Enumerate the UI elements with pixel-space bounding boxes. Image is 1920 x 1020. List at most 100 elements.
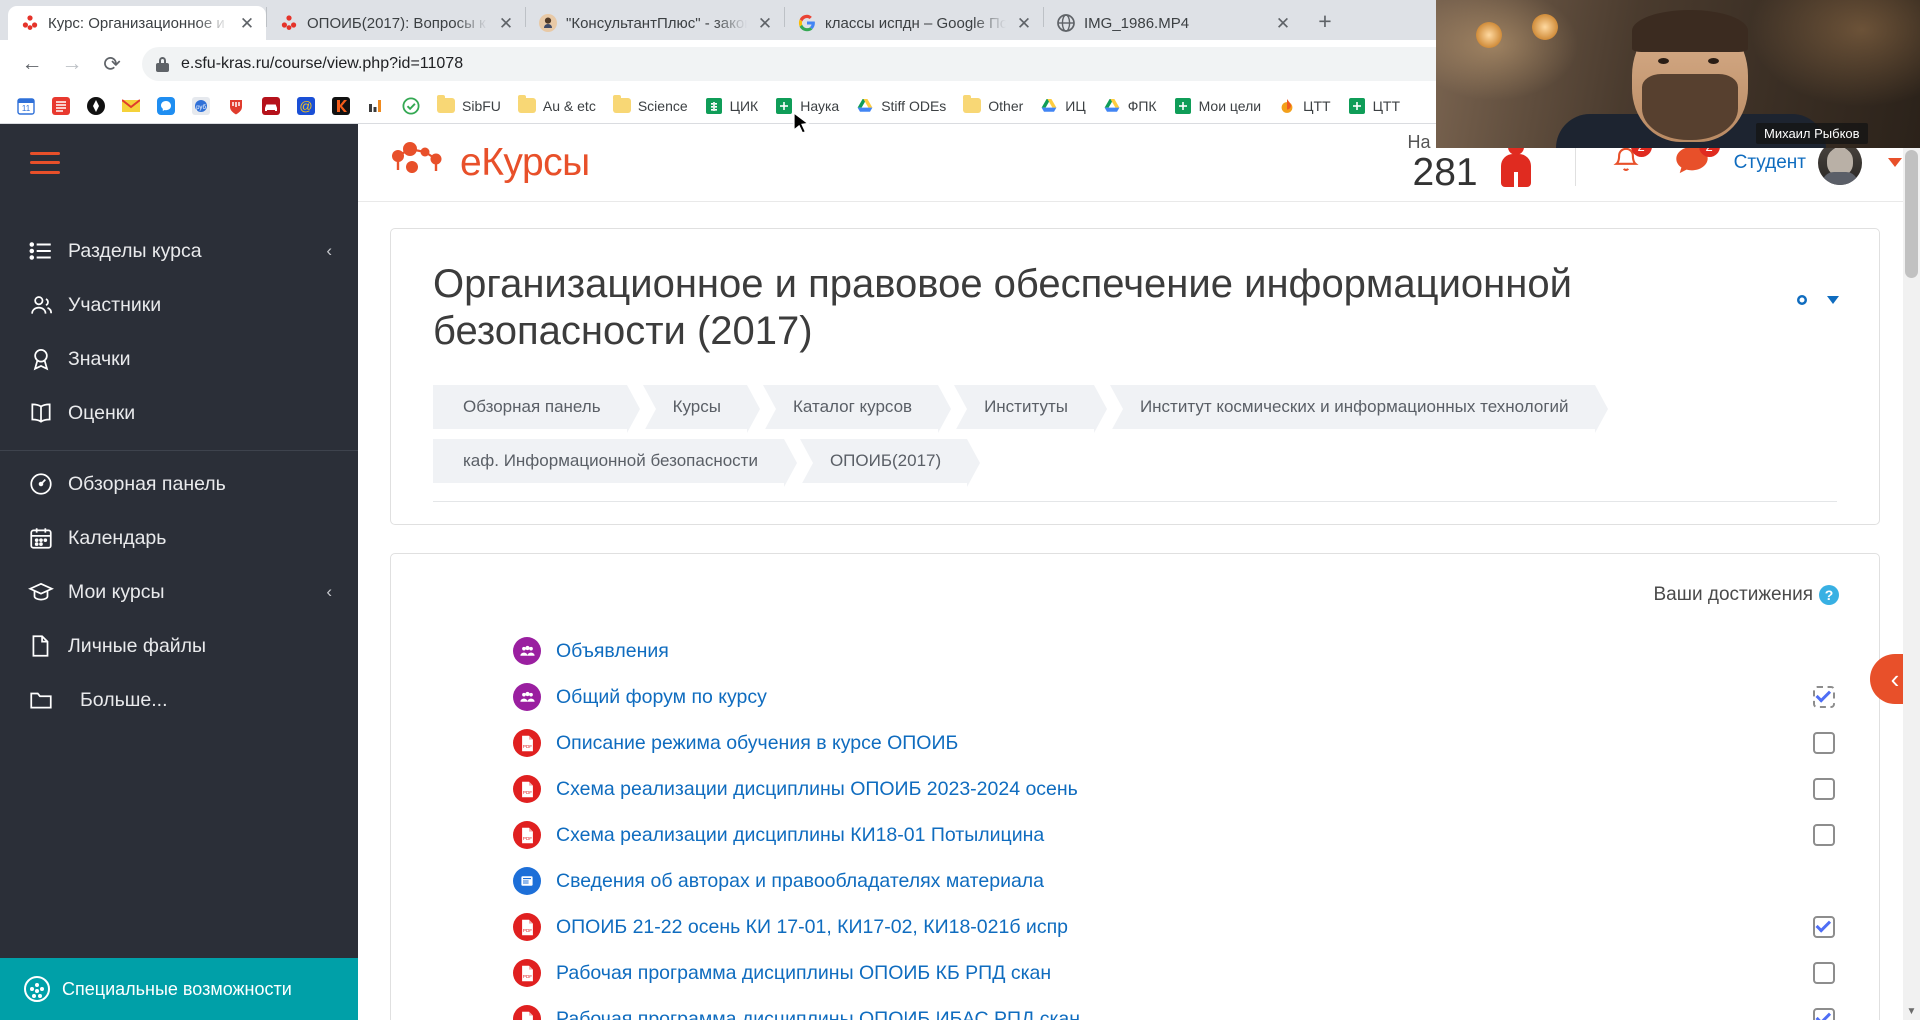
list-item-label[interactable]: Рабочая программа дисциплины ОПОИБ ИБАС … <box>556 1008 1080 1020</box>
sidebar-item-my-courses[interactable]: Мои курсы ‹ <box>0 565 358 619</box>
list-item[interactable]: PDF Схема реализации дисциплины ОПОИБ 20… <box>431 766 1839 812</box>
list-item-label[interactable]: Схема реализации дисциплины ОПОИБ 2023-2… <box>556 778 1078 801</box>
list-item[interactable]: PDF Описание режима обучения в курсе ОПО… <box>431 720 1839 766</box>
dashboard-icon <box>28 471 54 497</box>
browser-tab-4[interactable]: классы испдн – Google Поиск ✕ <box>785 6 1043 40</box>
page-scrollbar[interactable]: ▲ ▼ <box>1903 124 1920 1020</box>
bookmark-item-cik[interactable]: ЦИК <box>698 93 766 119</box>
list-item-label[interactable]: Описание режима обучения в курсе ОПОИБ <box>556 732 958 755</box>
back-button[interactable]: ← <box>14 46 50 82</box>
bookmark-item[interactable] <box>255 93 287 119</box>
breadcrumb-item-4[interactable]: Институт космических и информационных те… <box>1109 385 1608 434</box>
list-item-label[interactable]: Общий форум по курсу <box>556 686 767 709</box>
sidebar-item-course-sections[interactable]: Разделы курса ‹ <box>0 224 358 278</box>
close-icon[interactable]: ✕ <box>238 15 256 32</box>
list-item[interactable]: Объявления <box>431 628 1839 674</box>
svg-text:PDF: PDF <box>522 928 531 933</box>
close-icon[interactable]: ✕ <box>756 15 774 32</box>
sidebar-item-badges[interactable]: Значки <box>0 332 358 386</box>
chevron-down-icon[interactable] <box>1888 158 1902 167</box>
accessibility-bar[interactable]: Специальные возможности <box>0 958 358 1020</box>
list-item-label[interactable]: Рабочая программа дисциплины ОПОИБ КБ РП… <box>556 962 1051 985</box>
completion-checkbox[interactable] <box>1813 732 1835 755</box>
bookmark-item[interactable] <box>220 93 252 119</box>
list-item[interactable]: PDF Рабочая программа дисциплины ОПОИБ И… <box>431 996 1839 1020</box>
chevron-down-icon[interactable] <box>1827 296 1839 304</box>
bookmark-item[interactable] <box>325 93 357 119</box>
messages-button[interactable]: 2 <box>1675 136 1720 180</box>
list-item-label[interactable]: ОПОИБ 21-22 осень КИ 17-01, КИ17-02, КИ1… <box>556 916 1068 939</box>
breadcrumb-item-2[interactable]: Каталог курсов <box>762 385 952 434</box>
hamburger-icon[interactable] <box>30 151 60 174</box>
list-item-label[interactable]: Объявления <box>556 640 669 663</box>
browser-tab-3[interactable]: "КонсультантПлюс" - законодат ✕ <box>526 6 784 40</box>
close-icon[interactable]: ✕ <box>497 15 515 32</box>
list-item[interactable]: PDF Рабочая программа дисциплины ОПОИБ К… <box>431 950 1839 996</box>
notifications-button[interactable]: 2 <box>1611 136 1652 180</box>
bookmark-item-other[interactable]: Other <box>956 94 1030 118</box>
breadcrumb-item-6[interactable]: ОПОИБ(2017) <box>799 439 981 488</box>
forward-button[interactable]: → <box>54 46 90 82</box>
list-item-label[interactable]: Схема реализации дисциплины КИ18-01 Поты… <box>556 824 1044 847</box>
bookmark-item[interactable] <box>395 93 427 119</box>
main-content: Организационное и правовое обеспечение и… <box>358 202 1920 1020</box>
list-item[interactable]: Сведения об авторах и правообладателях м… <box>431 858 1839 904</box>
bookmark-item[interactable] <box>115 93 147 119</box>
bookmark-item-sibfu[interactable]: SibFU <box>430 94 508 118</box>
bookmark-item[interactable]: руб <box>185 93 217 119</box>
bookmark-item[interactable] <box>360 93 392 119</box>
site-brand[interactable]: еКурсы <box>392 139 590 186</box>
chevron-left-icon[interactable]: ‹ <box>326 582 332 602</box>
reload-button[interactable]: ⟳ <box>94 46 130 82</box>
breadcrumb-item-5[interactable]: каф. Информационной безопасности <box>433 439 797 488</box>
bookmark-item-science[interactable]: Science <box>606 94 695 118</box>
sidebar-item-dashboard[interactable]: Обзорная панель <box>0 457 358 511</box>
breadcrumb-item-1[interactable]: Курсы <box>642 385 761 434</box>
bookmark-item-au[interactable]: Au & etc <box>511 94 603 118</box>
sidebar-item-calendar[interactable]: Календарь <box>0 511 358 565</box>
completion-checkbox[interactable] <box>1813 916 1835 939</box>
breadcrumb-item-3[interactable]: Институты <box>954 385 1107 434</box>
breadcrumb-item-0[interactable]: Обзорная панель <box>433 385 640 434</box>
sheets-icon <box>1174 97 1192 115</box>
bookmark-item-fpk[interactable]: ФПК <box>1096 93 1164 119</box>
list-item[interactable]: PDF ОПОИБ 21-22 осень КИ 17-01, КИ17-02,… <box>431 904 1839 950</box>
close-icon[interactable]: ✕ <box>1274 15 1292 32</box>
bookmark-item-moi-celi[interactable]: Мои цели <box>1167 93 1269 119</box>
list-item[interactable]: Общий форум по курсу <box>431 674 1839 720</box>
sidebar-item-grades[interactable]: Оценки <box>0 386 358 440</box>
black-diamond-icon <box>87 96 105 115</box>
sidebar-item-more[interactable]: Больше... <box>0 673 358 727</box>
gear-icon[interactable] <box>1787 285 1817 315</box>
scroll-down-arrow[interactable]: ▼ <box>1903 1003 1920 1020</box>
chevron-left-icon[interactable]: ‹ <box>326 241 332 261</box>
bookmark-item-stiff-odes[interactable]: Stiff ODEs <box>849 93 953 119</box>
bookmark-item[interactable] <box>80 93 112 119</box>
bookmark-item[interactable]: @ <box>290 93 322 119</box>
bookmark-label: Au & etc <box>542 97 596 114</box>
list-item[interactable]: PDF Схема реализации дисциплины КИ18-01 … <box>431 812 1839 858</box>
new-tab-button[interactable]: + <box>1308 4 1342 38</box>
close-icon[interactable]: ✕ <box>1015 15 1033 32</box>
completion-checkbox[interactable] <box>1813 962 1835 985</box>
bookmark-item[interactable]: 11 <box>10 93 42 119</box>
course-settings-menu[interactable] <box>1787 285 1839 315</box>
browser-tab-1[interactable]: Курс: Организационное и прав ✕ <box>8 6 266 40</box>
completion-checkbox[interactable] <box>1813 824 1835 847</box>
sidebar-nav: Разделы курса ‹ Участники Значки Оценки <box>0 202 358 727</box>
sidebar-item-private-files[interactable]: Личные файлы <box>0 619 358 673</box>
browser-tab-2[interactable]: ОПОИБ(2017): Вопросы к зачет ✕ <box>267 6 525 40</box>
help-icon[interactable]: ? <box>1819 585 1839 606</box>
browser-tab-5[interactable]: IMG_1986.MP4 ✕ <box>1044 6 1302 40</box>
bookmark-item-ctt-2[interactable]: ЦТТ <box>1341 93 1407 119</box>
bookmark-item[interactable] <box>45 93 77 119</box>
completion-checkbox[interactable] <box>1813 686 1835 709</box>
bookmark-item-ctt-1[interactable]: ЦТТ <box>1271 93 1337 119</box>
bookmark-item-ic[interactable]: ИЦ <box>1033 93 1092 119</box>
completion-checkbox[interactable] <box>1813 778 1835 801</box>
sidebar-item-participants[interactable]: Участники <box>0 278 358 332</box>
list-item-label[interactable]: Сведения об авторах и правообладателях м… <box>556 870 1044 893</box>
completion-checkbox[interactable] <box>1813 1008 1835 1020</box>
bookmark-item[interactable] <box>150 93 182 119</box>
scrollbar-thumb[interactable] <box>1905 150 1918 278</box>
